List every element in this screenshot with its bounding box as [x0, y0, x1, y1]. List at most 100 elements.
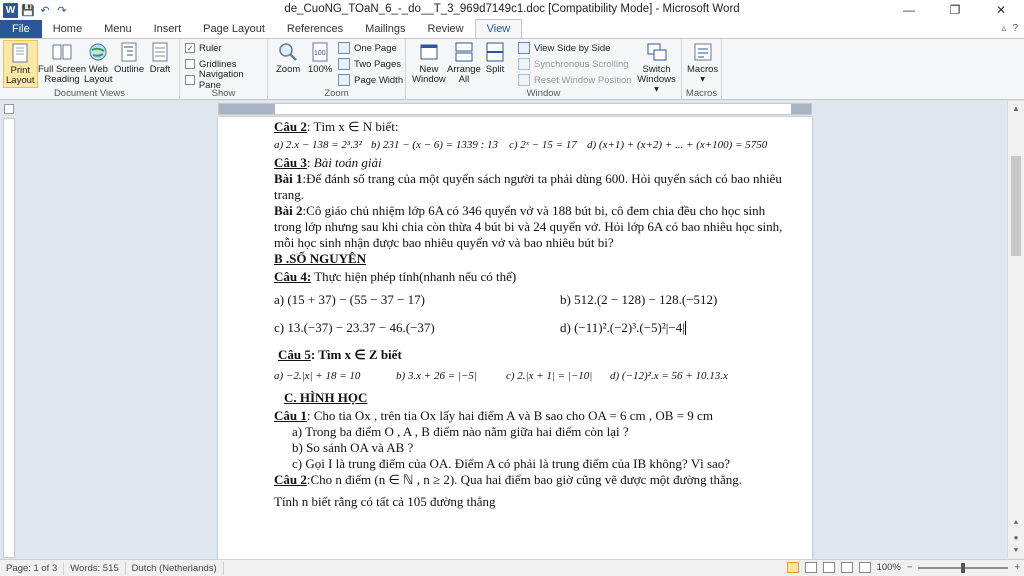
restore-button[interactable]: ❐: [932, 0, 978, 20]
macros-icon: [694, 43, 712, 61]
hh1-heading: Câu 1: Cho tia Ox , trên tia Ox lấy hai …: [274, 408, 713, 423]
text-cursor: [684, 321, 686, 335]
page-width-icon: [338, 74, 350, 86]
horizontal-ruler[interactable]: [0, 101, 1024, 117]
scroll-thumb[interactable]: [1011, 156, 1021, 256]
draft-view-icon[interactable]: [858, 562, 871, 573]
group-label-macros: Macros: [685, 88, 718, 99]
reset-window-position-button[interactable]: Reset Window Position: [518, 73, 632, 87]
tab-mailings[interactable]: Mailings: [354, 20, 416, 38]
hh1-item-b: b) So sánh OA và AB ?: [292, 440, 414, 455]
group-window: New Window Arrange All Split View Side b…: [406, 39, 682, 100]
web-layout-view-icon[interactable]: [822, 562, 835, 573]
synchronous-scrolling-button[interactable]: Synchronous Scrolling: [518, 57, 629, 71]
zoom-level[interactable]: 100%: [877, 562, 901, 573]
tab-references[interactable]: References: [276, 20, 354, 38]
zoom-out-button[interactable]: −: [907, 562, 913, 573]
window-title: de_CuoNG_TOaN_6_-_do__T_3_969d7149c1.doc…: [284, 3, 740, 15]
minimize-button[interactable]: —: [886, 0, 932, 20]
tab-file[interactable]: File: [0, 20, 42, 38]
split-button[interactable]: Split: [482, 40, 508, 76]
word-count[interactable]: Words: 515: [64, 561, 126, 575]
zoom-button[interactable]: Zoom: [274, 40, 302, 76]
browse-object-icon[interactable]: ●: [1008, 530, 1024, 544]
zoom-slider[interactable]: [918, 562, 1009, 573]
hh1-item-a: a) Trong ba điểm O , A , B điểm nào nằm …: [292, 424, 629, 439]
group-document-views: Print Layout Full Screen Reading Web Lay…: [0, 39, 180, 100]
save-icon[interactable]: 💾: [21, 3, 35, 17]
magnifier-icon: [279, 43, 298, 61]
two-pages-icon: [338, 58, 350, 70]
minimize-ribbon-icon[interactable]: ▵: [1001, 23, 1006, 34]
switch-windows-icon: [647, 43, 666, 61]
scroll-up-icon[interactable]: ▲: [1008, 101, 1024, 115]
full-screen-view-icon[interactable]: [804, 562, 817, 573]
print-layout-icon: [12, 43, 28, 63]
redo-icon[interactable]: ↷: [55, 3, 69, 17]
reset-position-icon: [518, 74, 530, 86]
tab-menu[interactable]: Menu: [93, 20, 143, 38]
full-screen-reading-button[interactable]: Full Screen Reading: [36, 40, 88, 86]
group-show: ✓ Ruler Gridlines Navigation Pane Show: [180, 39, 268, 100]
ribbon-tabs: File Home Menu Insert Page Layout Refere…: [0, 19, 1024, 38]
tab-home[interactable]: Home: [42, 20, 93, 38]
title-bar: W 💾 ↶ ↷ de_CuoNG_TOaN_6_-_do__T_3_969d71…: [0, 0, 1024, 20]
word-app-icon[interactable]: W: [3, 2, 18, 18]
section-b-heading: B .SỐ NGUYÊN: [274, 251, 367, 266]
new-window-icon: [420, 44, 438, 60]
one-page-button[interactable]: One Page: [338, 41, 397, 55]
page-width-button[interactable]: Page Width: [338, 73, 403, 87]
outline-button[interactable]: Outline: [112, 40, 146, 76]
print-layout-button[interactable]: Print Layout: [3, 40, 38, 88]
tab-selector[interactable]: [4, 104, 14, 114]
group-zoom: Zoom 100 100% One Page Two Pages Page Wi…: [268, 39, 406, 100]
print-layout-view-icon[interactable]: [786, 562, 799, 573]
macros-button[interactable]: Macros ▾: [685, 40, 720, 86]
zoom-slider-knob[interactable]: [961, 562, 966, 573]
hh2-heading: Câu 2:Cho n điểm (n ∈ ℕ , n ≥ 2). Qua ha…: [274, 472, 742, 487]
outline-view-icon[interactable]: [840, 562, 853, 573]
document-body[interactable]: Câu 2: Tìm x ∈ N biết: a) 2.x − 138 = 2³…: [274, 119, 794, 510]
help-icon[interactable]: ?: [1012, 23, 1018, 34]
quick-access-toolbar: W 💾 ↶ ↷: [0, 2, 110, 18]
web-layout-button[interactable]: Web Layout: [82, 40, 115, 86]
cau2-heading: Câu 2: Tìm x ∈ N biết:: [274, 119, 399, 134]
group-label-document-views: Document Views: [53, 88, 126, 99]
tab-view[interactable]: View: [474, 19, 523, 38]
two-pages-button[interactable]: Two Pages: [338, 57, 401, 71]
vertical-scrollbar[interactable]: ▲ ⯅ ● ⯆: [1007, 101, 1024, 558]
document-page[interactable]: Câu 2: Tìm x ∈ N biết: a) 2.x − 138 = 2³…: [218, 117, 812, 559]
page-count[interactable]: Page: 1 of 3: [0, 561, 65, 575]
view-side-by-side-button[interactable]: View Side by Side: [518, 41, 610, 55]
navigation-pane-checkbox[interactable]: Navigation Pane: [185, 69, 267, 91]
ribbon-view: Print Layout Full Screen Reading Web Lay…: [0, 38, 1024, 100]
draft-button[interactable]: Draft: [147, 40, 173, 76]
language-indicator[interactable]: Dutch (Netherlands): [126, 561, 224, 575]
vertical-ruler[interactable]: [3, 118, 15, 558]
group-macros: Macros ▾ Macros: [682, 39, 722, 100]
section-c-heading: C. HÌNH HỌC: [284, 390, 368, 405]
cau4-row-1: a) (15 + 37) − (55 − 37 − 17) b) 512.(2 …: [274, 292, 718, 307]
ruler-checkbox[interactable]: ✓ Ruler: [185, 41, 222, 55]
hh2-line-2: Tính n biết rằng có tất cả 105 đường thẳ…: [274, 494, 496, 509]
next-page-icon[interactable]: ⯆: [1008, 544, 1024, 558]
close-button[interactable]: ✕: [978, 0, 1024, 20]
tab-review[interactable]: Review: [417, 20, 475, 38]
arrange-all-button[interactable]: Arrange All: [445, 40, 483, 86]
zoom-in-button[interactable]: +: [1014, 562, 1020, 573]
status-bar: Page: 1 of 3 Words: 515 Dutch (Netherlan…: [0, 559, 1024, 576]
group-label-zoom: Zoom: [324, 88, 349, 99]
draft-icon: [152, 42, 168, 62]
previous-page-icon[interactable]: ⯅: [1008, 516, 1024, 530]
side-by-side-icon: [518, 42, 530, 54]
cau4-row-2: c) 13.(−37) − 23.37 − 46.(−37) d) (−11)²…: [274, 320, 686, 335]
tab-page-layout[interactable]: Page Layout: [192, 20, 276, 38]
tab-insert[interactable]: Insert: [143, 20, 193, 38]
cau5-heading: Câu 5: Tìm x ∈ Z biết: [278, 347, 402, 362]
undo-icon[interactable]: ↶: [38, 3, 52, 17]
bai1-paragraph: Bài 1:Để đánh số trang của một quyển sác…: [274, 171, 782, 202]
sync-scroll-icon: [518, 58, 530, 70]
zoom-100-button[interactable]: 100 100%: [306, 40, 334, 76]
arrange-all-icon: [455, 42, 473, 62]
new-window-button[interactable]: New Window: [410, 40, 448, 86]
